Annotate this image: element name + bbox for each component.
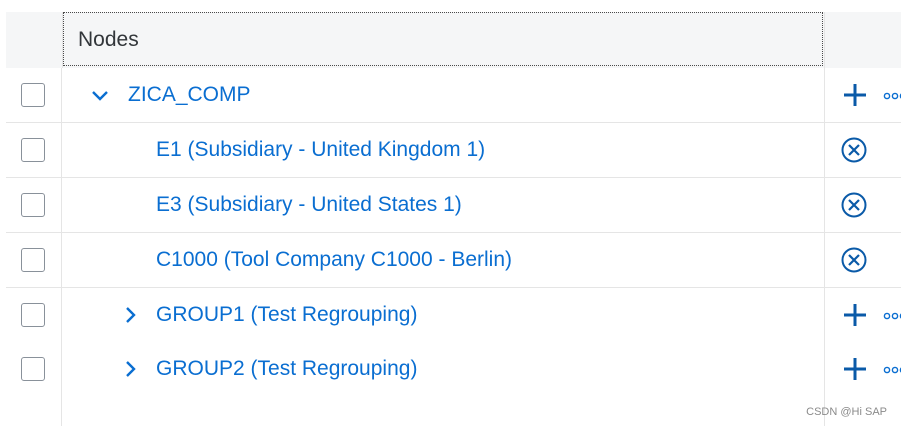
watermark: CSDN @Hi SAP — [806, 406, 887, 418]
select-all-column — [6, 12, 63, 68]
table-row[interactable]: GROUP2 (Test Regrouping) — [6, 342, 901, 397]
node-label[interactable]: E3 (Subsidiary - United States 1) — [156, 178, 462, 232]
remove-icon[interactable] — [840, 246, 868, 274]
row-checkbox[interactable] — [21, 357, 45, 381]
table-row[interactable]: E3 (Subsidiary - United States 1) — [6, 178, 901, 233]
add-icon[interactable] — [842, 302, 868, 328]
row-checkbox[interactable] — [21, 83, 45, 107]
table-row[interactable]: C1000 (Tool Company C1000 - Berlin) — [6, 233, 901, 288]
more-icon[interactable] — [883, 366, 901, 374]
row-checkbox[interactable] — [21, 303, 45, 327]
chevron-right-icon[interactable] — [120, 359, 140, 379]
remove-icon[interactable] — [840, 191, 868, 219]
nodes-column-header[interactable]: Nodes — [63, 12, 823, 66]
remove-icon[interactable] — [840, 136, 868, 164]
node-label[interactable]: ZICA_COMP — [128, 68, 251, 122]
actions-column-header — [824, 12, 901, 68]
node-label[interactable]: C1000 (Tool Company C1000 - Berlin) — [156, 233, 512, 287]
row-checkbox[interactable] — [21, 248, 45, 272]
chevron-down-icon[interactable] — [90, 85, 110, 105]
node-label[interactable]: E1 (Subsidiary - United Kingdom 1) — [156, 123, 485, 177]
table-row[interactable]: E1 (Subsidiary - United Kingdom 1) — [6, 123, 901, 178]
row-checkbox[interactable] — [21, 193, 45, 217]
more-icon[interactable] — [883, 92, 901, 100]
node-label[interactable]: GROUP1 (Test Regrouping) — [156, 288, 417, 342]
row-checkbox[interactable] — [21, 138, 45, 162]
table-row[interactable]: GROUP1 (Test Regrouping) — [6, 288, 901, 343]
table-header: Nodes — [6, 12, 901, 69]
add-icon[interactable] — [842, 82, 868, 108]
node-label[interactable]: GROUP2 (Test Regrouping) — [156, 342, 417, 396]
tree-table: Nodes ZICA_COMP E1 (Subsidiary - United … — [6, 12, 901, 426]
more-icon[interactable] — [883, 312, 901, 320]
add-icon[interactable] — [842, 356, 868, 382]
table-row[interactable]: ZICA_COMP — [6, 68, 901, 123]
empty-row — [6, 396, 901, 426]
chevron-right-icon[interactable] — [120, 305, 140, 325]
